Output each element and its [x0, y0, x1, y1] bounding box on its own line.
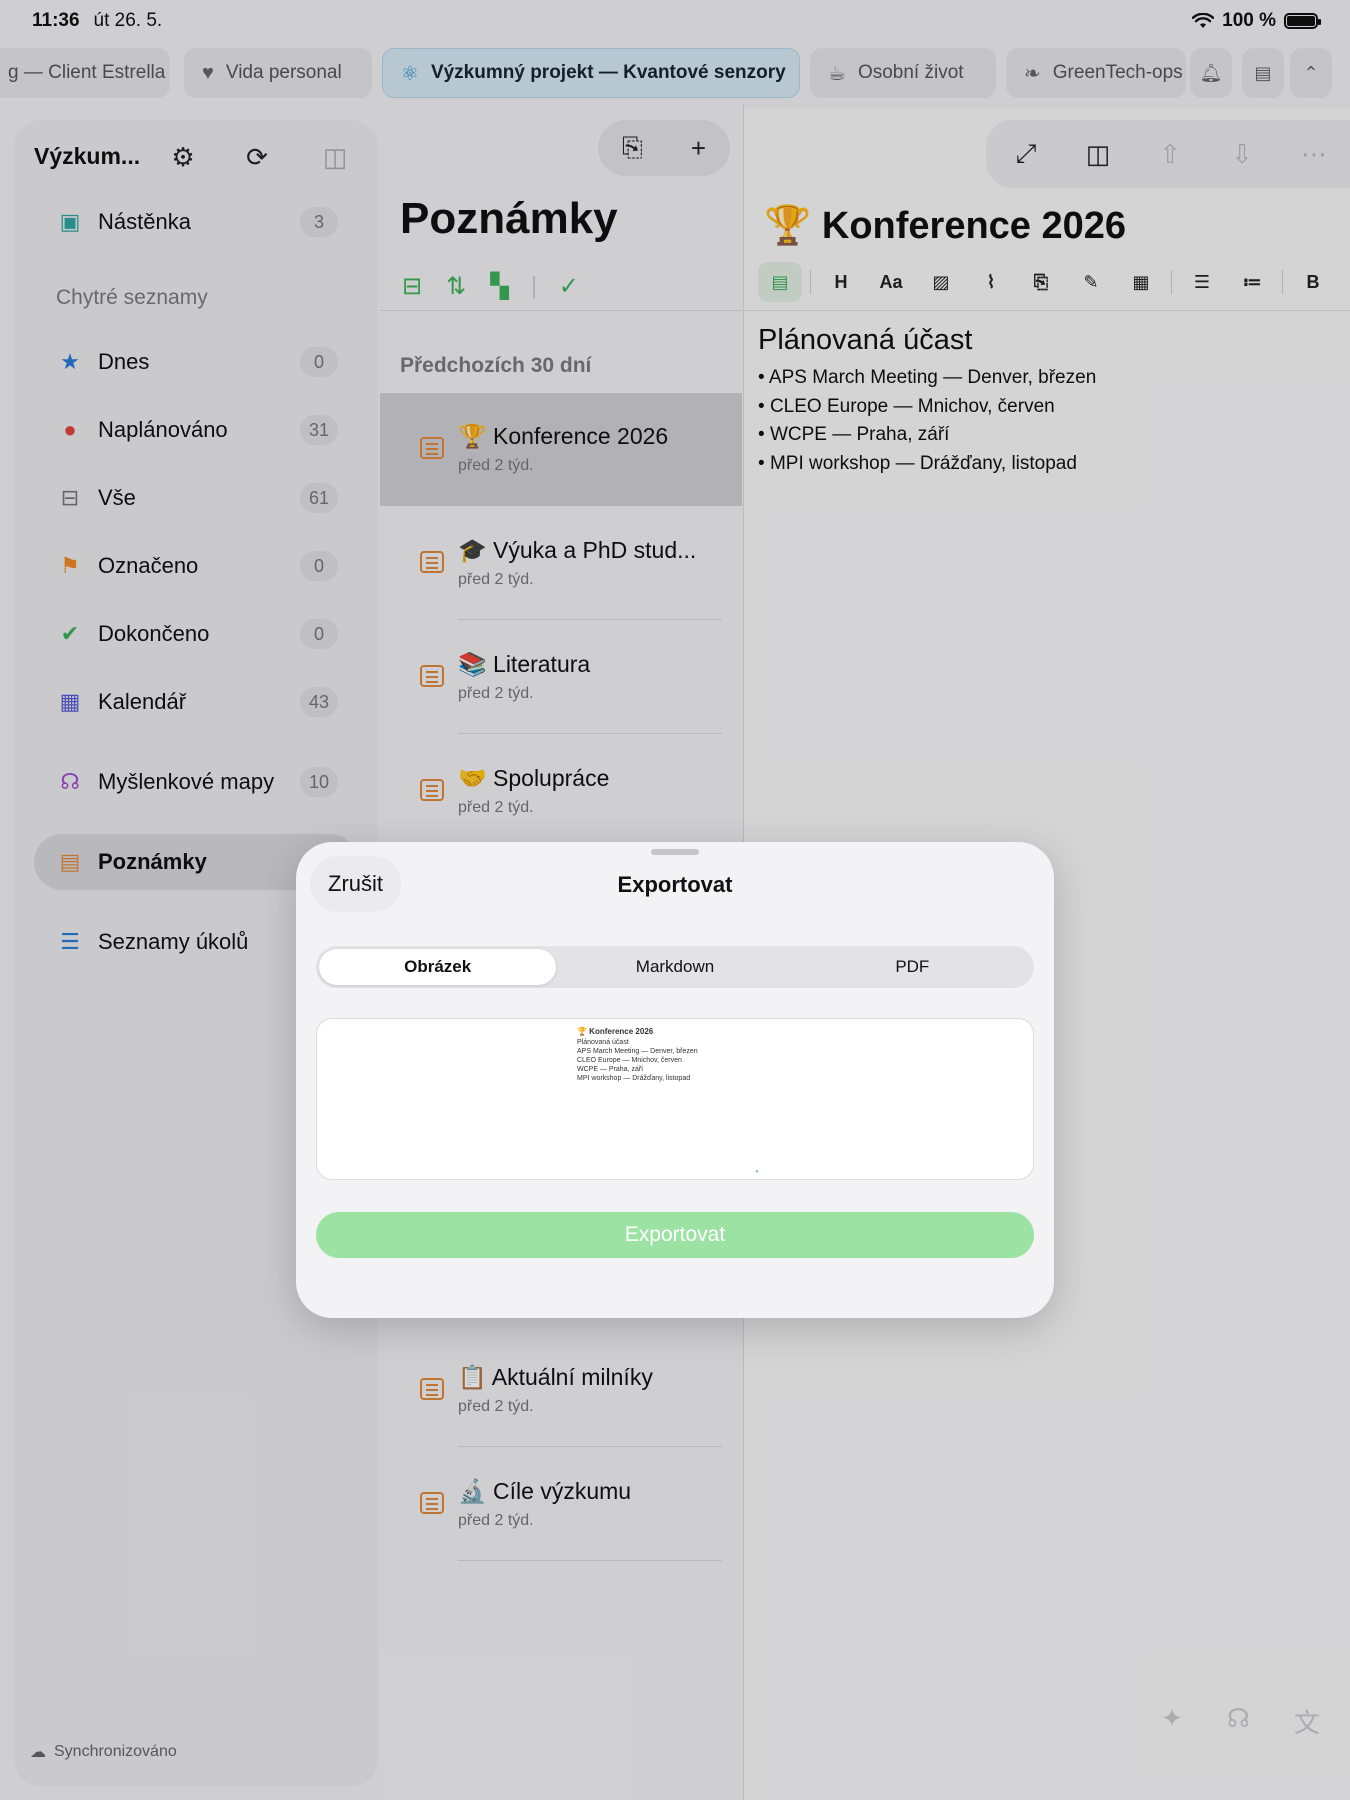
export-dialog: Zrušit Exportovat Obrázek Markdown PDF 🏆… [296, 842, 1054, 1318]
preview-content: 🏆 Konference 2026 Plánovaná účast APS Ma… [577, 1027, 777, 1083]
preview-heading: Plánovaná účast [577, 1039, 629, 1046]
preview-watermark-icon: ✦ [755, 1169, 760, 1175]
export-button[interactable]: Exportovat [316, 1212, 1034, 1258]
preview-line: MPI workshop — Drážďany, listopad [577, 1075, 691, 1082]
dialog-title: Exportovat [617, 872, 733, 897]
format-option-markdown[interactable]: Markdown [556, 949, 793, 985]
preview-line: APS March Meeting — Denver, březen [577, 1048, 698, 1055]
format-option-image[interactable]: Obrázek [319, 949, 557, 985]
preview-line: WCPE — Praha, září [577, 1066, 644, 1073]
preview-title: 🏆 Konference 2026 [577, 1027, 654, 1036]
format-segmented-control: Obrázek Markdown PDF [316, 946, 1034, 988]
preview-line: CLEO Europe — Mnichov, červen [577, 1057, 682, 1064]
format-option-pdf[interactable]: PDF [794, 949, 1031, 985]
export-preview: 🏆 Konference 2026 Plánovaná účast APS Ma… [316, 1018, 1034, 1180]
sheet-grabber[interactable] [651, 849, 699, 855]
